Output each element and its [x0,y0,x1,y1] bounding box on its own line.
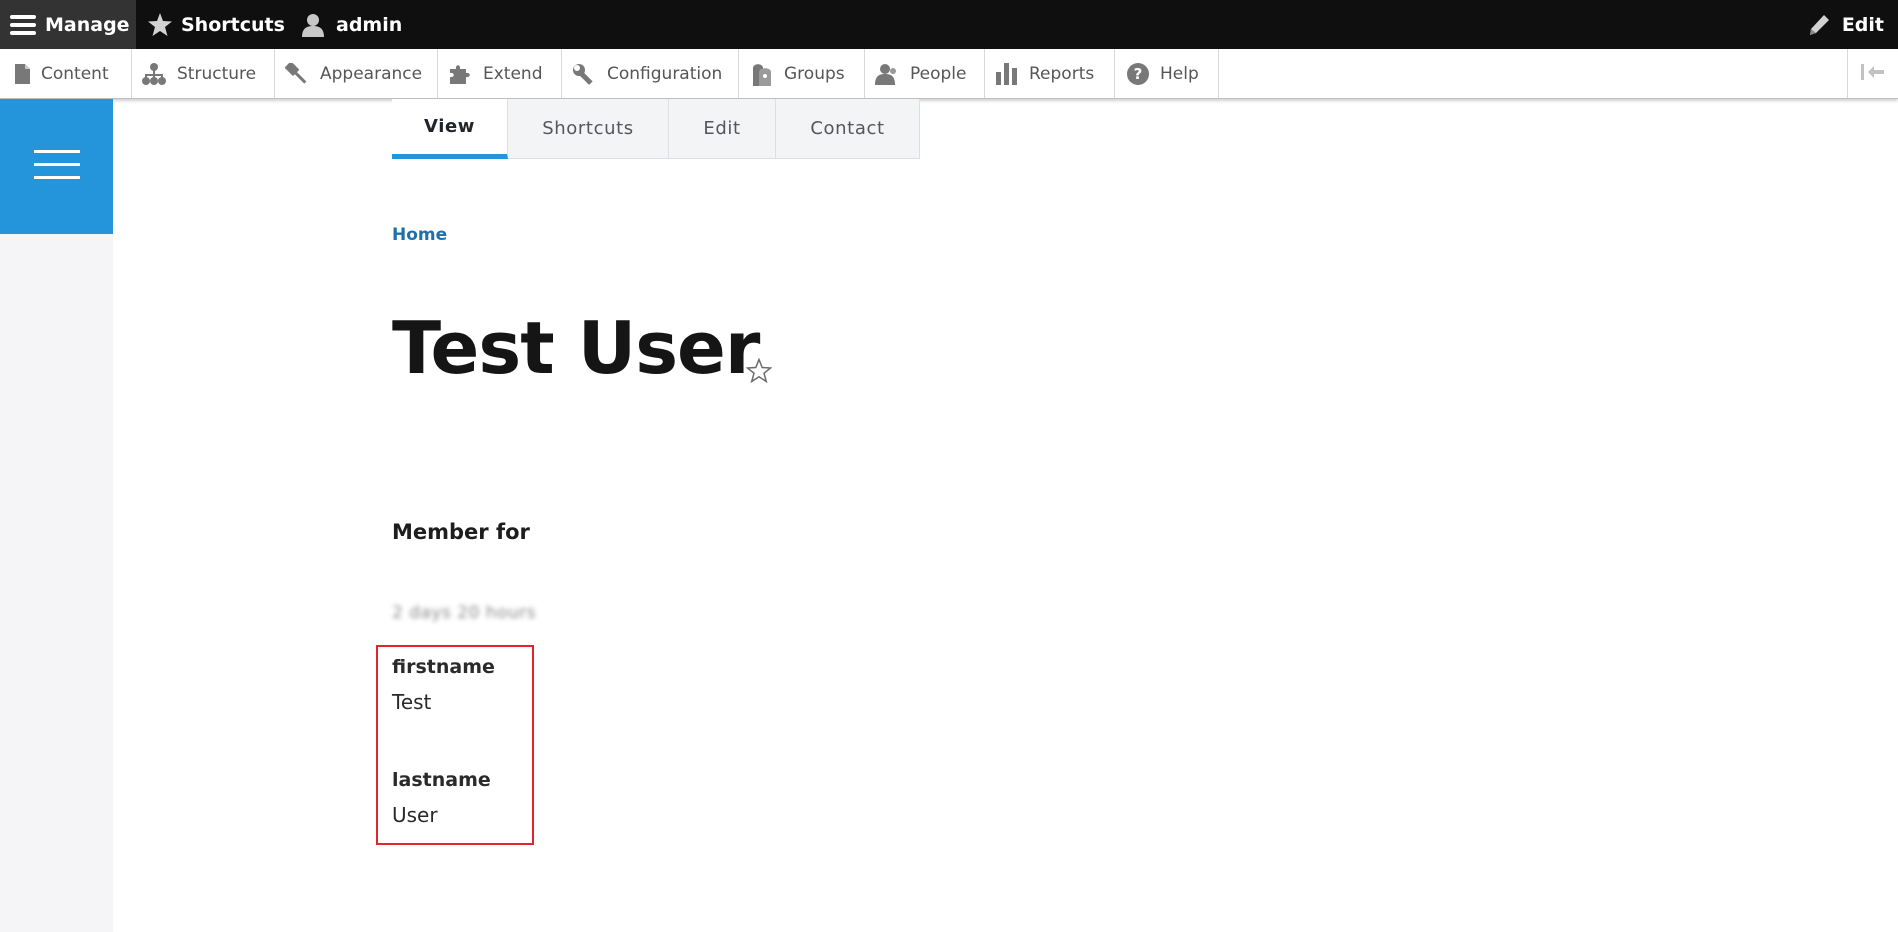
people-icon [875,63,910,85]
svg-text:?: ? [1134,65,1143,83]
brush-icon [285,62,320,85]
tray-item-label: Reports [1029,63,1095,84]
tab-shortcuts[interactable]: Shortcuts [508,99,669,159]
tray-orientation-toggle[interactable] [1847,49,1898,98]
lastname-label: lastname [392,769,491,791]
page-title: Test User [392,306,760,390]
groups-icon [751,62,784,86]
tray-item-extend[interactable]: Extend [438,49,562,98]
bar-chart-icon [996,62,1029,85]
tray-item-label: Help [1160,63,1199,84]
tray-item-groups[interactable]: Groups [739,49,865,98]
breadcrumb-home-link[interactable]: Home [392,225,447,245]
shortcuts-button[interactable]: Shortcuts [148,0,285,49]
member-for-label: Member for [392,520,530,544]
sitemap-icon [142,62,177,85]
tab-view[interactable]: View [392,99,508,159]
tray-item-label: Content [41,63,109,84]
tray-item-label: Structure [177,63,257,84]
star-outline-icon [745,357,773,387]
manage-label: Manage [45,13,130,36]
tray-item-label: People [910,63,967,84]
local-tabs: View Shortcuts Edit Contact [392,99,920,159]
lastname-value: User [392,803,438,827]
user-icon [302,13,336,37]
pencil-icon [1808,14,1842,36]
menu-icon [10,14,45,36]
tray-item-label: Groups [784,63,845,84]
hamburger-icon [33,149,80,184]
user-label: admin [336,13,403,36]
help-icon: ? [1127,62,1160,85]
firstname-value: Test [392,690,432,714]
tab-edit[interactable]: Edit [669,99,776,159]
tray-item-people[interactable]: People [865,49,985,98]
puzzle-icon [448,63,483,85]
file-icon [15,63,41,84]
tab-contact[interactable]: Contact [776,99,920,159]
edit-label: Edit [1841,13,1884,36]
tray-item-label: Configuration [607,63,723,84]
shortcuts-label: Shortcuts [181,13,285,36]
add-shortcut-button[interactable] [745,357,773,387]
sidebar [0,99,113,932]
admin-tray: Content Structure Appearance Extend Conf… [0,49,1898,99]
user-button[interactable]: admin [302,0,402,49]
firstname-label: firstname [392,656,495,678]
edit-mode-button[interactable]: Edit [1808,0,1884,49]
admin-toolbar: Manage Shortcuts admin Edit [0,0,1898,49]
tray-item-content[interactable]: Content [0,49,132,98]
manage-button[interactable]: Manage [0,0,136,49]
sidebar-menu-button[interactable] [0,99,113,234]
member-for-value: 2 days 20 hours [392,603,537,623]
collapse-icon [1860,63,1886,85]
tray-item-configuration[interactable]: Configuration [562,49,739,98]
tray-item-reports[interactable]: Reports [985,49,1115,98]
tray-item-appearance[interactable]: Appearance [275,49,438,98]
tray-item-structure[interactable]: Structure [132,49,275,98]
tray-item-label: Appearance [320,63,423,84]
star-icon [148,13,181,36]
tray-item-label: Extend [483,63,543,84]
tray-item-help[interactable]: ? Help [1115,49,1219,98]
wrench-icon [572,63,607,85]
